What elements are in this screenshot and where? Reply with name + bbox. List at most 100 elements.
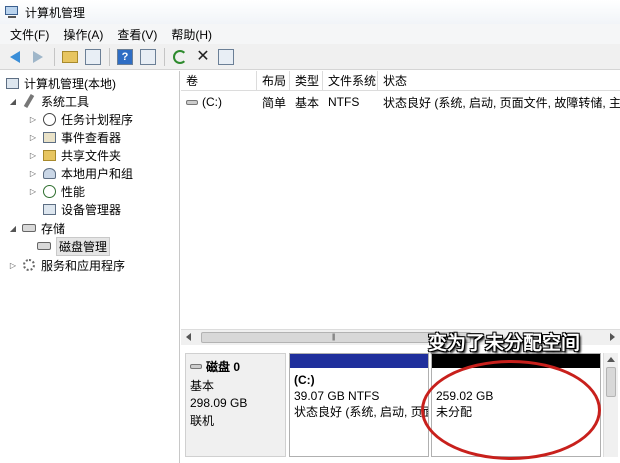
forward-button[interactable]	[27, 46, 49, 68]
filesystem-cell: NTFS	[328, 95, 360, 109]
volume-icon	[186, 100, 198, 106]
tree-item-device-manager[interactable]: 设备管理器	[41, 200, 121, 218]
expand-icon[interactable]: ▷	[8, 261, 18, 270]
up-level-button[interactable]	[59, 46, 81, 68]
show-hide-tree-icon	[85, 48, 101, 65]
column-header-status[interactable]: 状态	[378, 71, 620, 91]
column-header-filesystem[interactable]: 文件系统	[323, 71, 378, 91]
volume-name: (C:)	[202, 95, 222, 109]
storage-icon	[21, 220, 37, 236]
tree-item-disk-management[interactable]: 磁盘管理	[36, 236, 111, 256]
refresh-button[interactable]	[169, 46, 191, 68]
tree-item-label: 任务计划程序	[61, 112, 134, 127]
column-header-layout[interactable]: 布局	[257, 71, 290, 91]
export-icon	[218, 48, 234, 65]
show-hide-tree-button[interactable]	[82, 46, 104, 68]
window-title: 计算机管理	[25, 5, 86, 20]
menu-action[interactable]: 操作(A)	[57, 26, 111, 43]
menu-bar: 文件(F) 操作(A) 查看(V) 帮助(H)	[0, 24, 620, 44]
scroll-right-icon[interactable]	[610, 333, 615, 341]
volume-list-header: 卷 布局 类型 文件系统 状态	[181, 71, 620, 91]
disk-management-icon	[36, 238, 52, 254]
tree-item-label: 系统工具	[41, 94, 90, 109]
properties-button[interactable]	[137, 46, 159, 68]
disk-icon	[190, 364, 202, 369]
tools-icon	[21, 93, 37, 109]
disk-type: 基本	[190, 379, 215, 393]
event-log-icon	[41, 129, 57, 145]
toolbar-separator	[109, 47, 110, 66]
expand-icon[interactable]: ▷	[28, 133, 38, 142]
toolbar-separator	[164, 47, 165, 66]
computer-management-icon	[4, 4, 20, 20]
tree-item-label: 存储	[41, 221, 66, 236]
tree-item-label: 本地用户和组	[61, 166, 134, 181]
scroll-up-icon[interactable]	[607, 357, 615, 362]
expand-icon[interactable]: ▷	[28, 187, 38, 196]
tree-item-label: 计算机管理(本地)	[24, 76, 116, 91]
scroll-left-icon[interactable]	[186, 333, 191, 341]
tree-item-services-apps[interactable]: ▷ 服务和应用程序	[8, 256, 125, 274]
tree-item-performance[interactable]: ▷ 性能	[28, 182, 85, 200]
tree-item-shared-folders[interactable]: ▷ 共享文件夹	[28, 146, 121, 164]
disk-name-row: 磁盘 0	[190, 358, 281, 375]
forward-arrow-icon	[33, 50, 43, 63]
annotation-text: 变为了未分配空间	[428, 332, 581, 354]
vertical-scrollbar[interactable]	[603, 353, 618, 457]
menu-view[interactable]: 查看(V)	[111, 26, 165, 43]
partition-size: 39.07 GB NTFS	[294, 389, 380, 403]
scroll-thumb[interactable]	[606, 367, 616, 397]
partition-title: (C:)	[294, 373, 315, 387]
export-button[interactable]	[215, 46, 237, 68]
status-cell: 状态良好 (系统, 启动, 页面文件, 故障转储, 主分区)	[383, 95, 620, 110]
collapse-icon[interactable]: ◢	[8, 224, 18, 233]
tree-item-task-scheduler[interactable]: ▷ 任务计划程序	[28, 110, 133, 128]
tree-item-event-viewer[interactable]: ▷ 事件查看器	[28, 128, 121, 146]
volume-row[interactable]: (C:) 简单 基本 NTFS 状态良好 (系统, 启动, 页面文件, 故障转储…	[181, 92, 620, 112]
tree-item-system-tools[interactable]: ◢ 系统工具	[8, 92, 89, 110]
column-header-type[interactable]: 类型	[290, 71, 323, 91]
type-cell: 基本	[295, 95, 320, 110]
annotation-highlight-ellipse	[421, 360, 601, 460]
device-manager-icon	[41, 201, 57, 217]
disk-state: 联机	[190, 414, 215, 428]
properties-icon	[140, 48, 156, 65]
expand-icon[interactable]: ▷	[28, 115, 38, 124]
up-folder-icon	[62, 50, 78, 63]
computer-icon	[4, 75, 20, 91]
tree-item-label: 事件查看器	[61, 130, 122, 145]
expand-icon[interactable]: ▷	[28, 169, 38, 178]
users-icon	[41, 165, 57, 181]
clock-icon	[41, 111, 57, 127]
disk-info[interactable]: 磁盘 0 基本 298.09 GB 联机	[185, 353, 286, 457]
disk-size: 298.09 GB	[190, 396, 248, 410]
back-button[interactable]	[4, 46, 26, 68]
help-button[interactable]: ?	[114, 46, 136, 68]
help-icon: ?	[117, 48, 133, 65]
services-icon	[21, 257, 37, 273]
delete-icon: ✕	[196, 47, 210, 65]
partition-status: 状态良好 (系统, 启动, 页面	[294, 405, 428, 419]
tree-item-local-users[interactable]: ▷ 本地用户和组	[28, 164, 133, 182]
tree-item-label: 共享文件夹	[61, 148, 122, 163]
tree-item-label: 性能	[61, 184, 86, 199]
menu-help[interactable]: 帮助(H)	[165, 26, 220, 43]
tree-item-storage[interactable]: ◢ 存储	[8, 219, 65, 237]
column-header-volume[interactable]: 卷	[181, 71, 257, 91]
toolbar: ? ✕	[0, 44, 620, 70]
partition-bar	[290, 354, 428, 368]
expand-icon[interactable]: ▷	[28, 151, 38, 160]
shared-folder-icon	[41, 147, 57, 163]
tree-item-root[interactable]: 计算机管理(本地)	[4, 74, 116, 92]
refresh-icon	[173, 49, 187, 64]
title-bar: 计算机管理	[0, 0, 620, 24]
tree-item-label: 磁盘管理	[56, 236, 111, 256]
tree-item-label: 设备管理器	[61, 202, 122, 217]
partition-c[interactable]: (C:) 39.07 GB NTFS 状态良好 (系统, 启动, 页面	[289, 353, 429, 457]
menu-file[interactable]: 文件(F)	[4, 26, 57, 43]
collapse-icon[interactable]: ◢	[8, 97, 18, 106]
back-arrow-icon	[10, 50, 20, 63]
delete-button[interactable]: ✕	[192, 46, 214, 68]
toolbar-separator	[54, 47, 55, 66]
disk-name: 磁盘 0	[206, 360, 241, 374]
